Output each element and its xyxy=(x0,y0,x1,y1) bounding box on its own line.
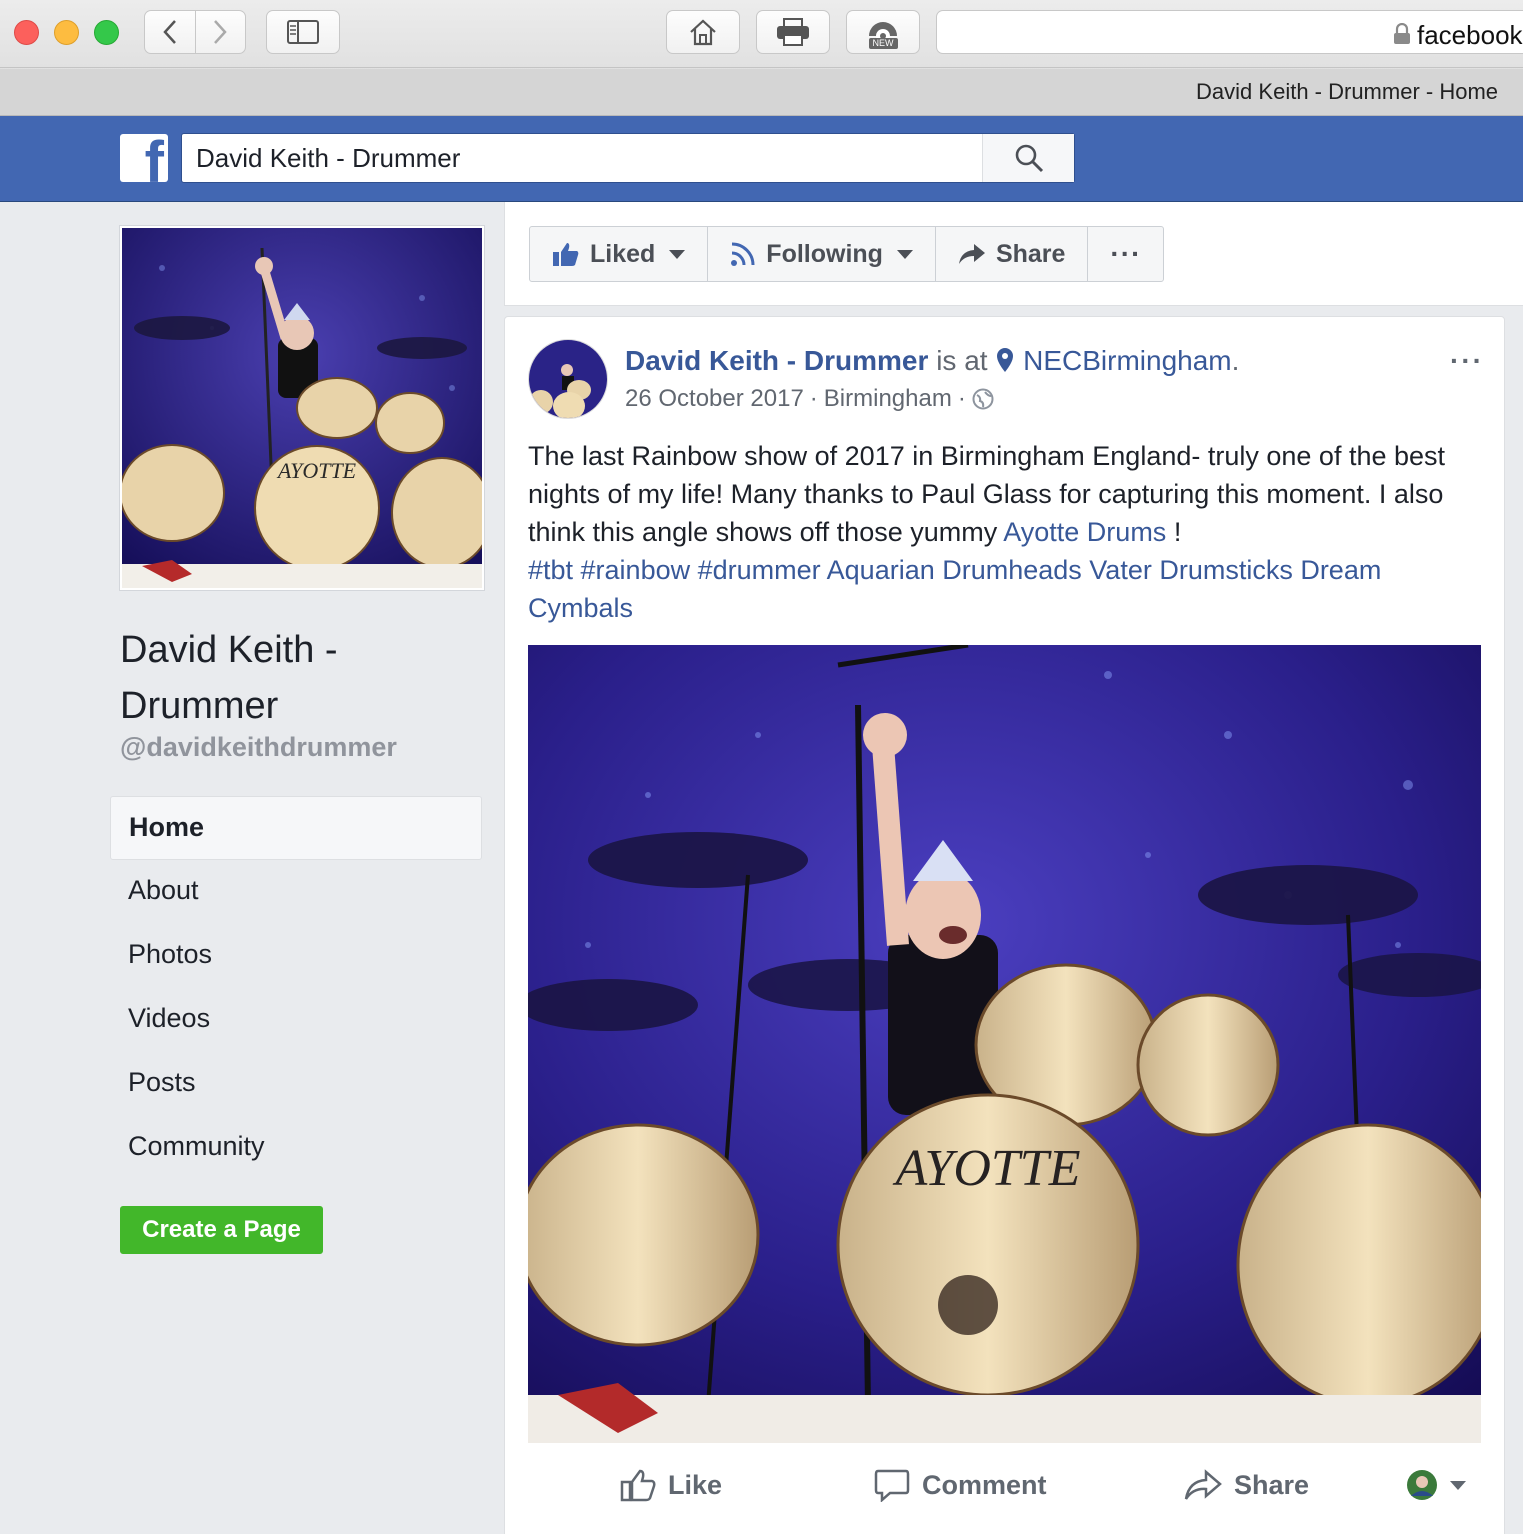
thumbs-up-icon xyxy=(553,243,579,266)
drum-logo-text: AYOTTE xyxy=(276,458,357,483)
back-button[interactable] xyxy=(145,11,195,53)
profile-photo-drummer: AYOTTE xyxy=(122,228,482,588)
url-text: facebook xyxy=(1417,20,1523,50)
chevron-down-icon xyxy=(669,249,686,259)
post-text-end: ! xyxy=(1173,517,1182,547)
page-action-group: Liked Following Share ··· xyxy=(529,226,1165,282)
post-message: The last Rainbow show of 2017 in Birming… xyxy=(528,437,1478,627)
post-photo[interactable]: AYOTTE xyxy=(528,645,1481,1443)
post-action-bar: Like Comment Share xyxy=(528,1457,1481,1513)
share-page-button[interactable]: Share xyxy=(936,227,1089,281)
search-icon xyxy=(1015,144,1043,173)
chevron-right-icon xyxy=(214,20,227,44)
chevron-down-icon xyxy=(1450,1480,1466,1490)
page-nav: Home About Photos Videos Posts Community xyxy=(110,796,482,1180)
liked-button[interactable]: Liked xyxy=(530,227,709,281)
tab-bar: David Keith - Drummer - Home xyxy=(0,69,1523,115)
chevron-left-icon xyxy=(163,20,176,44)
share-arrow-icon xyxy=(958,244,985,264)
following-label: Following xyxy=(766,239,883,268)
facebook-header: f xyxy=(0,116,1523,202)
search-button[interactable] xyxy=(982,134,1074,182)
print-button[interactable] xyxy=(756,10,830,54)
chevron-down-icon xyxy=(896,249,913,259)
search-box xyxy=(181,133,1075,183)
sidebar-icon xyxy=(287,20,319,44)
printer-icon xyxy=(777,18,809,46)
create-page-button[interactable]: Create a Page xyxy=(120,1206,323,1254)
post-author-link[interactable]: David Keith - Drummer xyxy=(625,345,928,376)
post-meta: 26 October 2017 · Birmingham · xyxy=(625,385,994,413)
rss-icon xyxy=(731,242,755,266)
post-date[interactable]: 26 October 2017 xyxy=(625,385,804,413)
share-post-label: Share xyxy=(1234,1469,1310,1500)
browser-toolbar: NEW facebook xyxy=(0,0,1523,68)
nav-item-community[interactable]: Community xyxy=(110,1116,482,1180)
more-dots-icon: ··· xyxy=(1110,238,1142,269)
post-avatar[interactable] xyxy=(528,339,608,419)
history-nav xyxy=(144,10,246,54)
ayotte-drums-link[interactable]: Ayotte Drums xyxy=(1003,517,1166,547)
minimize-window-button[interactable] xyxy=(54,20,79,45)
search-input[interactable] xyxy=(196,141,976,175)
nav-item-about[interactable]: About xyxy=(110,860,482,924)
like-button[interactable]: Like xyxy=(620,1468,722,1502)
thumbs-up-outline-icon xyxy=(620,1469,656,1502)
nav-item-home[interactable]: Home xyxy=(110,796,482,860)
extension-icon xyxy=(869,21,897,38)
home-icon xyxy=(690,19,716,46)
comment-icon xyxy=(874,1469,910,1502)
home-button[interactable] xyxy=(666,10,740,54)
lock-icon xyxy=(1394,23,1410,44)
nav-item-posts[interactable]: Posts xyxy=(110,1052,482,1116)
drummer-concert-photo: AYOTTE xyxy=(528,645,1481,1443)
share-outline-icon xyxy=(1184,1469,1222,1500)
post-hashtags[interactable]: #tbt #rainbow #drummer Aquarian Drumhead… xyxy=(528,551,1478,627)
viewer-avatar-icon xyxy=(1407,1470,1437,1500)
address-bar[interactable]: facebook xyxy=(936,10,1523,54)
like-label: Like xyxy=(668,1469,723,1500)
extension-button[interactable]: NEW xyxy=(846,10,920,54)
comment-label: Comment xyxy=(922,1469,1047,1500)
facebook-logo-letter: f xyxy=(144,134,164,182)
following-button[interactable]: Following xyxy=(708,227,936,281)
post-as-selector[interactable] xyxy=(1406,1469,1466,1501)
profile-picture[interactable]: AYOTTE xyxy=(120,226,484,590)
post-card: David Keith - Drummer is at NECBirmingha… xyxy=(504,316,1505,1534)
tab-title[interactable]: David Keith - Drummer - Home xyxy=(1196,79,1498,105)
page-handle[interactable]: @davidkeithdrummer xyxy=(120,732,397,763)
page-action-bar: Liked Following Share ··· xyxy=(504,202,1523,306)
browser-chrome: NEW facebook David Keith - Drummer - Hom… xyxy=(0,0,1523,116)
more-options-button[interactable]: ··· xyxy=(1088,227,1163,281)
liked-label: Liked xyxy=(590,239,656,268)
post-place-link[interactable]: NECBirmingham xyxy=(1023,345,1232,376)
post-is-at: is at xyxy=(936,345,988,376)
share-post-button[interactable]: Share xyxy=(1184,1469,1309,1501)
nav-item-photos[interactable]: Photos xyxy=(110,924,482,988)
comment-button[interactable]: Comment xyxy=(874,1468,1047,1502)
share-page-label: Share xyxy=(995,239,1066,268)
forward-button[interactable] xyxy=(194,11,246,53)
post-header: David Keith - Drummer is at NECBirmingha… xyxy=(625,345,1240,376)
avatar-image xyxy=(529,340,607,418)
drum-logo-text: AYOTTE xyxy=(893,1140,1081,1197)
location-pin-icon xyxy=(997,348,1014,372)
page-name: David Keith - Drummer xyxy=(120,629,338,727)
new-badge: NEW xyxy=(868,37,898,49)
sidebar-toggle-button[interactable] xyxy=(266,10,340,54)
globe-icon xyxy=(972,388,994,410)
nav-item-videos[interactable]: Videos xyxy=(110,988,482,1052)
close-window-button[interactable] xyxy=(14,20,39,45)
zoom-window-button[interactable] xyxy=(94,20,119,45)
facebook-logo[interactable]: f xyxy=(120,134,168,182)
post-options-button[interactable]: ··· xyxy=(1450,345,1484,377)
post-text-body: The last Rainbow show of 2017 in Birming… xyxy=(528,441,1446,547)
post-location[interactable]: Birmingham xyxy=(824,385,952,413)
